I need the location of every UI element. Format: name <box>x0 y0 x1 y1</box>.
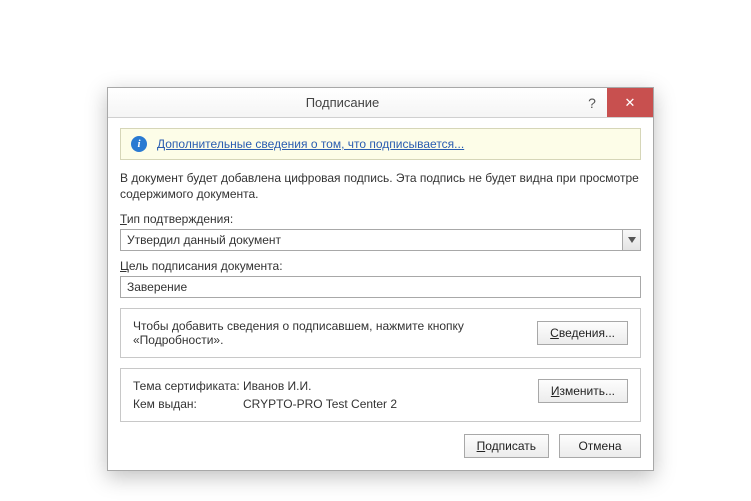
close-button[interactable]: ✕ <box>607 88 653 117</box>
dialog-footer: Подписать Отмена <box>120 434 641 458</box>
cancel-button[interactable]: Отмена <box>559 434 641 458</box>
titlebar-controls: ? ✕ <box>577 88 653 117</box>
help-button[interactable]: ? <box>577 88 607 117</box>
info-link[interactable]: Дополнительные сведения о том, что подпи… <box>157 137 464 151</box>
dialog-body: i Дополнительные сведения о том, что под… <box>108 118 653 470</box>
info-bar: i Дополнительные сведения о том, что под… <box>120 128 641 160</box>
cert-issuer-label: Кем выдан: <box>133 397 243 411</box>
purpose-input[interactable]: Заверение <box>120 276 641 298</box>
info-icon: i <box>131 136 147 152</box>
cert-subject-value: Иванов И.И. <box>243 379 526 393</box>
purpose-value: Заверение <box>127 280 187 294</box>
signer-details-hint: Чтобы добавить сведения о подписавшем, н… <box>133 319 525 347</box>
titlebar: Подписание ? ✕ <box>108 88 653 118</box>
commitment-type-combo[interactable]: Утвердил данный документ <box>120 229 641 251</box>
purpose-label: Цель подписания документа: <box>120 259 641 273</box>
cert-subject-label: Тема сертификата: <box>133 379 243 393</box>
cert-change-wrap: Изменить... <box>538 379 628 411</box>
dialog-title: Подписание <box>108 95 577 110</box>
commitment-type-label: Тип подтверждения: <box>120 212 641 226</box>
chevron-down-icon <box>628 237 636 243</box>
certificate-panel: Тема сертификата: Иванов И.И. Кем выдан:… <box>120 368 641 422</box>
close-icon: ✕ <box>625 95 636 111</box>
change-cert-button[interactable]: Изменить... <box>538 379 628 403</box>
sign-button[interactable]: Подписать <box>464 434 549 458</box>
cert-issuer-value: CRYPTO-PRO Test Center 2 <box>243 397 526 411</box>
details-button[interactable]: Сведения... <box>537 321 628 345</box>
combo-dropdown-button[interactable] <box>622 230 640 250</box>
description-text: В документ будет добавлена цифровая подп… <box>120 170 641 202</box>
signing-dialog: Подписание ? ✕ i Дополнительные сведения… <box>107 87 654 471</box>
signer-details-panel: Чтобы добавить сведения о подписавшем, н… <box>120 308 641 358</box>
certificate-info: Тема сертификата: Иванов И.И. Кем выдан:… <box>133 379 526 411</box>
commitment-type-value: Утвердил данный документ <box>121 230 622 250</box>
